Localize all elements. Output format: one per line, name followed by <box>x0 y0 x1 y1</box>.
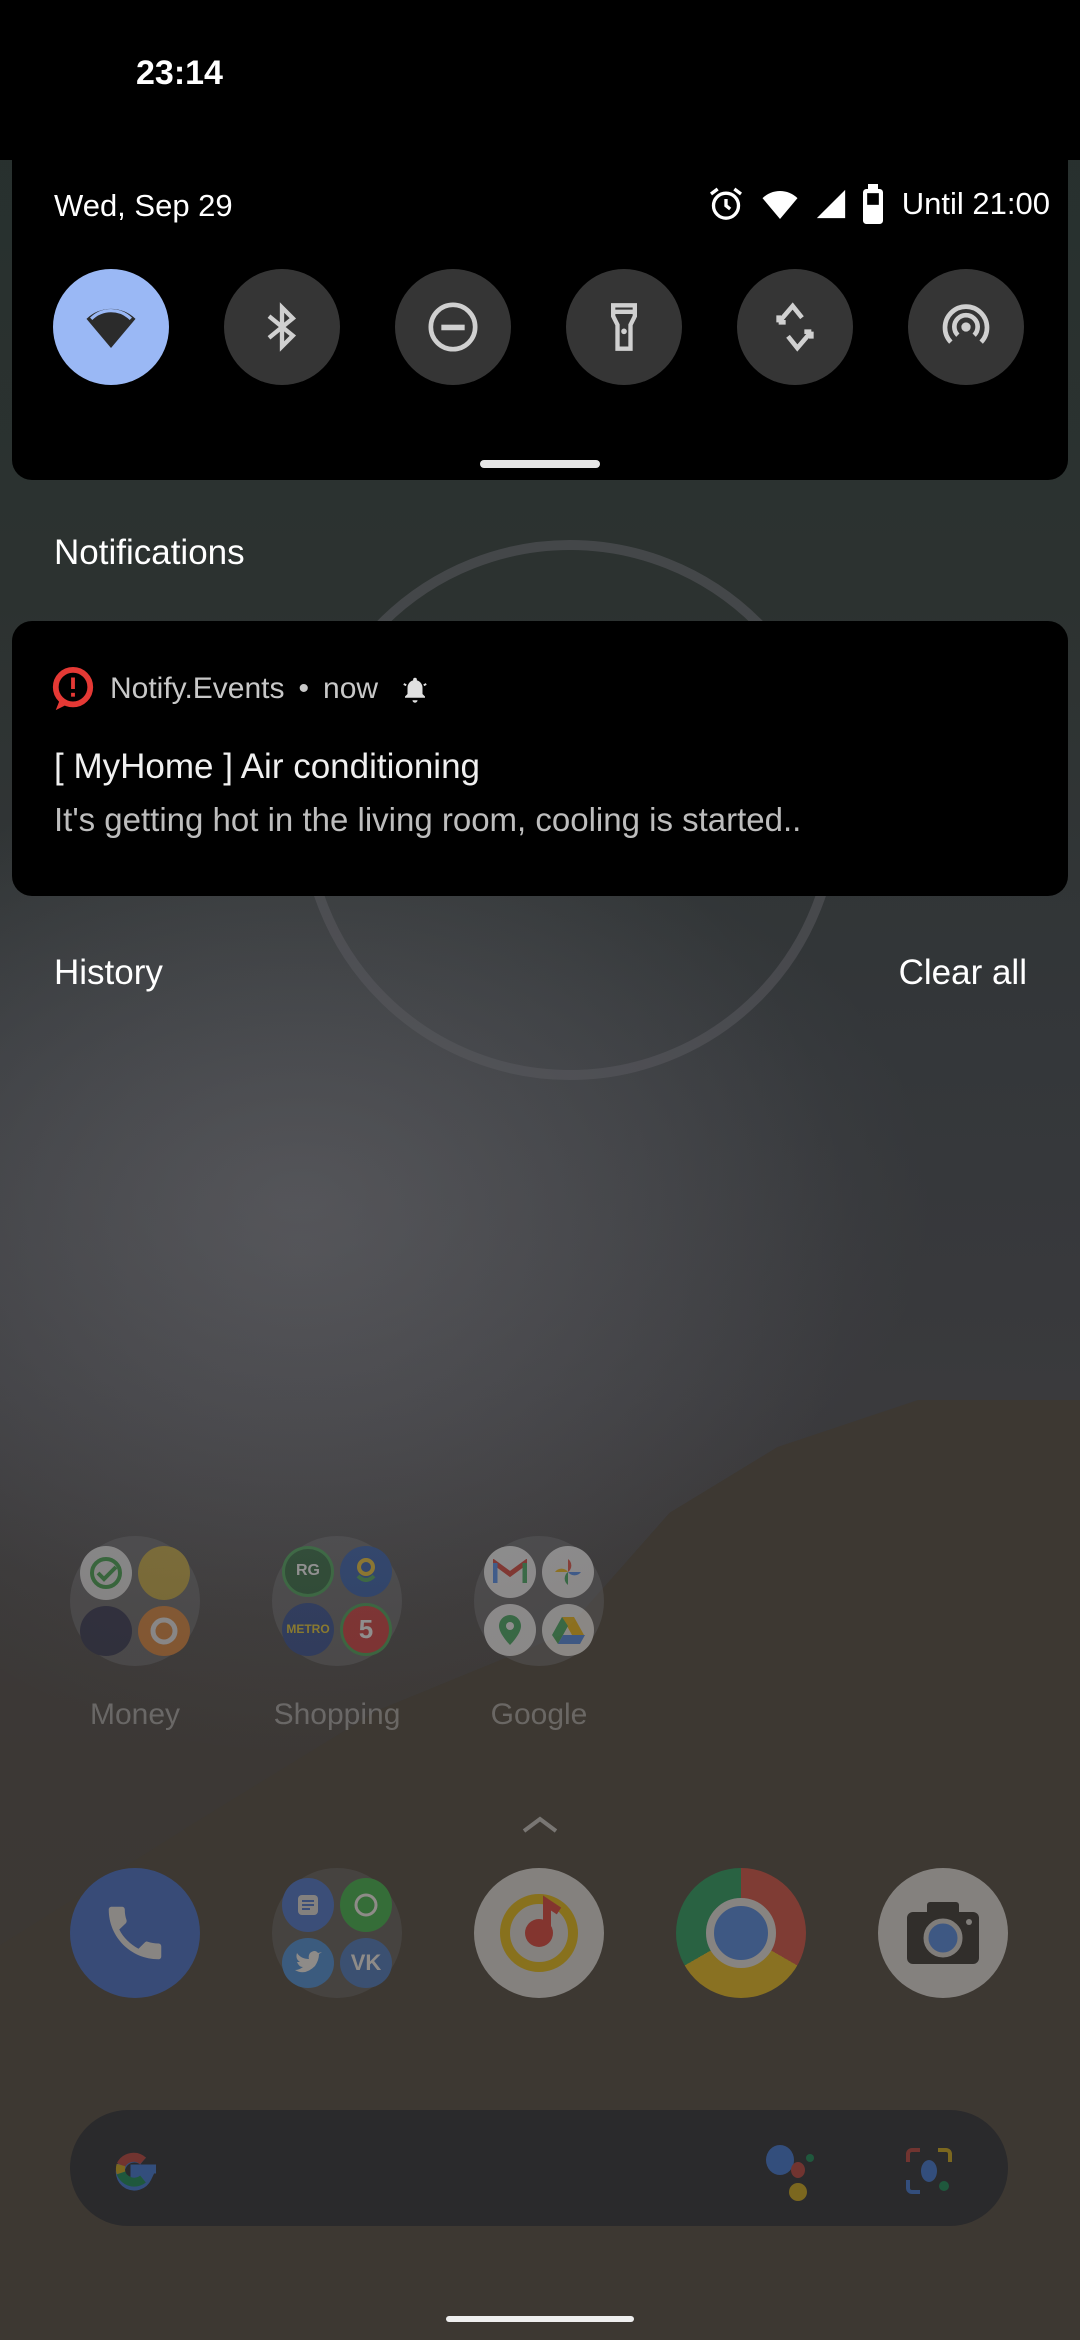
maps-icon <box>484 1604 536 1656</box>
twitter-icon <box>282 1938 334 1988</box>
notifications-header: Notifications <box>54 533 245 572</box>
dnd-tile[interactable] <box>395 269 511 385</box>
app-icon-tax <box>80 1606 132 1656</box>
messages-icon <box>282 1878 334 1932</box>
app-icon-sberbank <box>80 1546 132 1600</box>
google-g-icon <box>115 2152 156 2191</box>
photos-icon <box>542 1546 594 1598</box>
google-search-bar[interactable] <box>70 2110 1008 2226</box>
notification-time: now <box>323 672 379 705</box>
chrome-center <box>706 1898 776 1968</box>
flashlight-tile[interactable] <box>566 269 682 385</box>
cell-signal-icon <box>816 189 845 219</box>
notification-title: [ MyHome ] Air conditioning <box>54 747 481 786</box>
folder-label-google: Google <box>490 1698 588 1731</box>
bluetooth-icon <box>267 302 297 352</box>
music-app-icon[interactable] <box>474 1868 604 1998</box>
phone-app-icon[interactable] <box>70 1868 200 1998</box>
folder-label-shopping: Shopping <box>273 1698 401 1731</box>
gesture-nav-handle[interactable] <box>446 2316 634 2322</box>
alerting-bell-icon <box>403 677 427 703</box>
clear-all-button[interactable]: Clear all <box>899 953 1027 993</box>
whatsapp-icon <box>340 1878 392 1932</box>
hotspot-icon <box>942 304 990 344</box>
chrome-app-icon[interactable] <box>676 1868 806 1998</box>
gmail-icon <box>484 1546 536 1598</box>
notify-events-app-icon <box>52 666 94 711</box>
status-bar-time: 23:14 <box>136 54 223 92</box>
app-icon-pyaterochka: 5 <box>340 1602 392 1656</box>
qs-date[interactable]: Wed, Sep 29 <box>54 188 233 224</box>
alarm-icon <box>709 187 742 220</box>
qs-tiles <box>53 269 1024 385</box>
battery-icon <box>862 184 883 224</box>
dnd-icon <box>428 302 478 352</box>
notification-header-row: Notify.Events • now <box>50 666 430 712</box>
app-icon-finance <box>138 1546 190 1600</box>
notification-separator: • <box>298 672 310 705</box>
bluetooth-tile[interactable] <box>224 269 340 385</box>
wifi-icon <box>86 308 136 348</box>
app-icon-rg: RG <box>282 1546 334 1597</box>
lens-icon[interactable] <box>904 2146 954 2196</box>
quick-settings-panel: Wed, Sep 29 Until 21:00 <box>12 150 1068 480</box>
vk-icon: VK <box>340 1938 392 1988</box>
assistant-icon[interactable] <box>760 2138 830 2208</box>
notification-card[interactable]: Notify.Events • now [ MyHome ] Air condi… <box>12 621 1068 896</box>
history-button[interactable]: History <box>54 953 163 993</box>
hotspot-tile[interactable] <box>908 269 1024 385</box>
folder-google[interactable] <box>474 1536 604 1666</box>
notification-app-name: Notify.Events <box>110 672 285 705</box>
folder-social[interactable]: VK <box>272 1868 402 1998</box>
wifi-tile[interactable] <box>53 269 169 385</box>
battery-estimate: Until 21:00 <box>901 186 1050 221</box>
flashlight-icon <box>611 303 637 351</box>
wifi-icon <box>762 191 798 219</box>
app-icon-metro: METRO <box>282 1602 334 1656</box>
app-icon-perekrestok <box>340 1546 392 1597</box>
folder-label-money: Money <box>89 1698 181 1731</box>
rotate-icon <box>776 302 814 352</box>
app-icon-wallet <box>138 1606 190 1656</box>
camera-app-icon[interactable] <box>878 1868 1008 1998</box>
folder-shopping[interactable]: RG METRO 5 <box>272 1536 402 1666</box>
app-drawer-chevron-icon[interactable] <box>520 1815 560 1835</box>
folder-money[interactable] <box>70 1536 200 1666</box>
auto-rotate-tile[interactable] <box>737 269 853 385</box>
drive-icon <box>542 1604 594 1656</box>
qs-drag-handle[interactable] <box>480 460 600 468</box>
qs-status-icons: Until 21:00 <box>706 184 1050 224</box>
notification-body: It's getting hot in the living room, coo… <box>54 801 802 838</box>
